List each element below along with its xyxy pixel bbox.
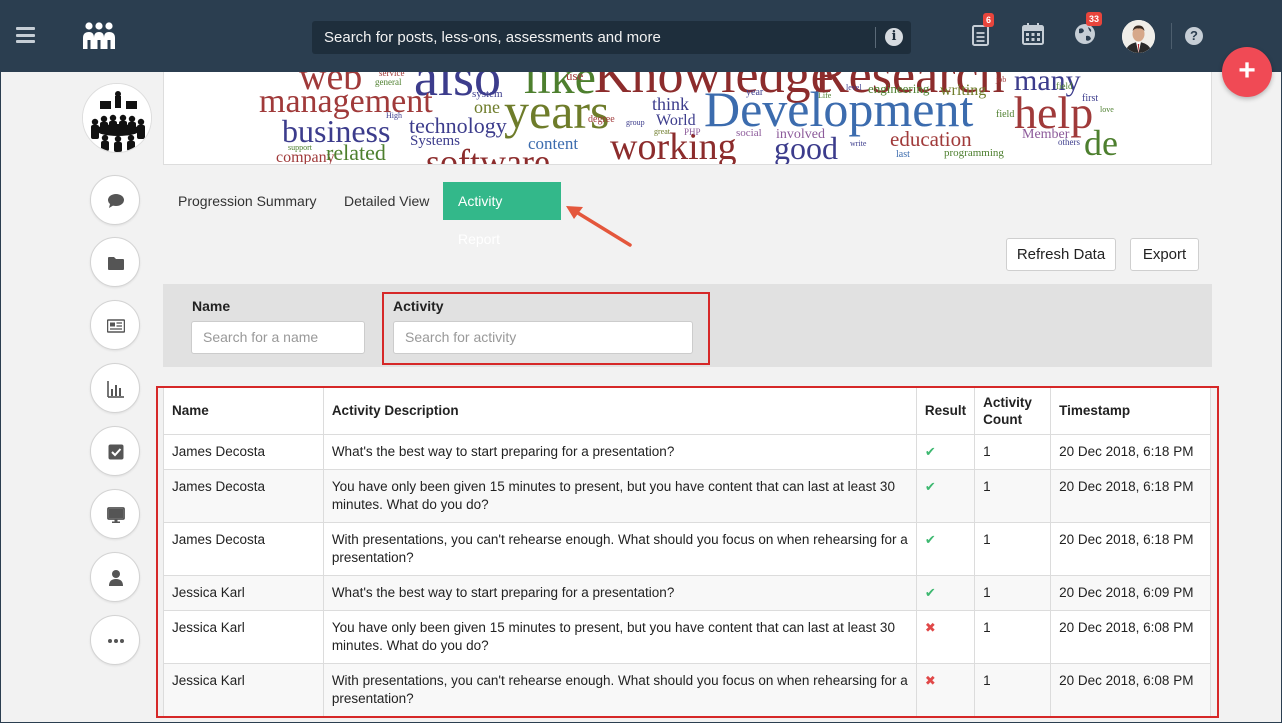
banner-word: writing [940, 82, 987, 99]
search-divider [875, 27, 876, 48]
banner-word: system [472, 88, 503, 100]
banner-word: working [610, 126, 737, 165]
top-navigation-bar: Search for posts, less-ons, assessments … [1, 1, 1282, 72]
banner-word: level [846, 83, 862, 92]
banner-word: related [326, 140, 386, 165]
user-icon [109, 570, 123, 586]
name-filter-label: Name [192, 298, 231, 314]
checkbox-icon [108, 444, 124, 460]
tab-activity-report[interactable]: Activity Report [443, 182, 561, 247]
folder-icon [108, 257, 124, 270]
more-options-button[interactable] [90, 615, 140, 665]
banner-word: field [996, 109, 1015, 120]
banner-word: years [504, 83, 610, 139]
banner-word: think [652, 94, 690, 114]
bar-chart-icon [107, 381, 124, 398]
banner-word: group [626, 118, 645, 127]
banner-word: love [1100, 105, 1114, 114]
tasks-button[interactable] [90, 426, 140, 476]
user-avatar[interactable] [1122, 20, 1155, 53]
banner-word: great [654, 127, 670, 136]
monitor-icon [107, 507, 125, 523]
presentations-button[interactable] [90, 489, 140, 539]
banner-word: last [896, 149, 910, 160]
banner-word: engineering [868, 81, 930, 96]
banner-word: PHP [684, 127, 701, 137]
banner-word: field [1056, 81, 1073, 91]
meeting-silhouette-icon [83, 84, 151, 152]
help-icon[interactable]: ? [1185, 27, 1203, 45]
export-button[interactable]: Export [1130, 238, 1199, 271]
newsfeed-button[interactable] [90, 300, 140, 350]
banner-word: High [386, 111, 402, 120]
banner-word: write [850, 139, 867, 148]
banner-word: de [1084, 123, 1118, 163]
annotation-arrow-icon [566, 206, 632, 247]
name-search-input[interactable]: Search for a name [191, 321, 365, 354]
banner-word: others [1058, 137, 1080, 147]
chat-bubble-icon [108, 194, 124, 208]
files-button[interactable] [90, 237, 140, 287]
group-profile-picture[interactable] [82, 83, 152, 153]
banner-word: use [566, 72, 584, 83]
banner-word: involved [776, 127, 825, 142]
banner-word: year [746, 87, 764, 98]
user-photo-icon [1122, 20, 1155, 53]
globe-icon [1075, 24, 1095, 44]
app-logo-icon[interactable] [81, 21, 117, 51]
banner-word: Life [818, 91, 832, 100]
members-button[interactable] [90, 552, 140, 602]
word-cloud-banner: web also like Knowledge Research many ma… [163, 72, 1212, 165]
activity-filter-highlight [382, 292, 710, 365]
banner-word: social [736, 127, 762, 139]
banner-word: first [1082, 93, 1099, 104]
banner-word: general [375, 77, 402, 87]
banner-word: support [288, 143, 312, 152]
banner-word: one [474, 97, 500, 117]
table-highlight [156, 386, 1219, 718]
globe-button[interactable]: 33 [1074, 12, 1103, 47]
global-search-bar[interactable]: Search for posts, less-ons, assessments … [312, 21, 911, 54]
hamburger-menu-icon[interactable] [16, 27, 35, 43]
create-new-fab-button[interactable]: + [1222, 47, 1272, 97]
banner-word: software [426, 142, 550, 165]
documents-badge: 6 [983, 13, 995, 27]
banner-word: programming [944, 147, 1004, 159]
calendar-icon [1022, 23, 1044, 45]
banner-word: job [996, 75, 1007, 84]
newspaper-icon [107, 319, 125, 333]
topbar-divider [1171, 23, 1172, 49]
reports-button[interactable] [90, 363, 140, 413]
info-icon[interactable]: i [885, 28, 903, 46]
refresh-data-button[interactable]: Refresh Data [1006, 238, 1116, 271]
banner-word: degree [588, 114, 615, 125]
tab-detailed-view[interactable]: Detailed View [329, 182, 444, 220]
globe-badge: 33 [1086, 12, 1103, 26]
documents-button[interactable]: 6 [971, 13, 995, 47]
ellipsis-icon [108, 639, 124, 643]
tab-progression-summary[interactable]: Progression Summary [163, 182, 332, 220]
calendar-button[interactable] [1022, 23, 1046, 47]
discussions-button[interactable] [90, 175, 140, 225]
search-input[interactable]: Search for posts, less-ons, assessments … [324, 29, 661, 46]
